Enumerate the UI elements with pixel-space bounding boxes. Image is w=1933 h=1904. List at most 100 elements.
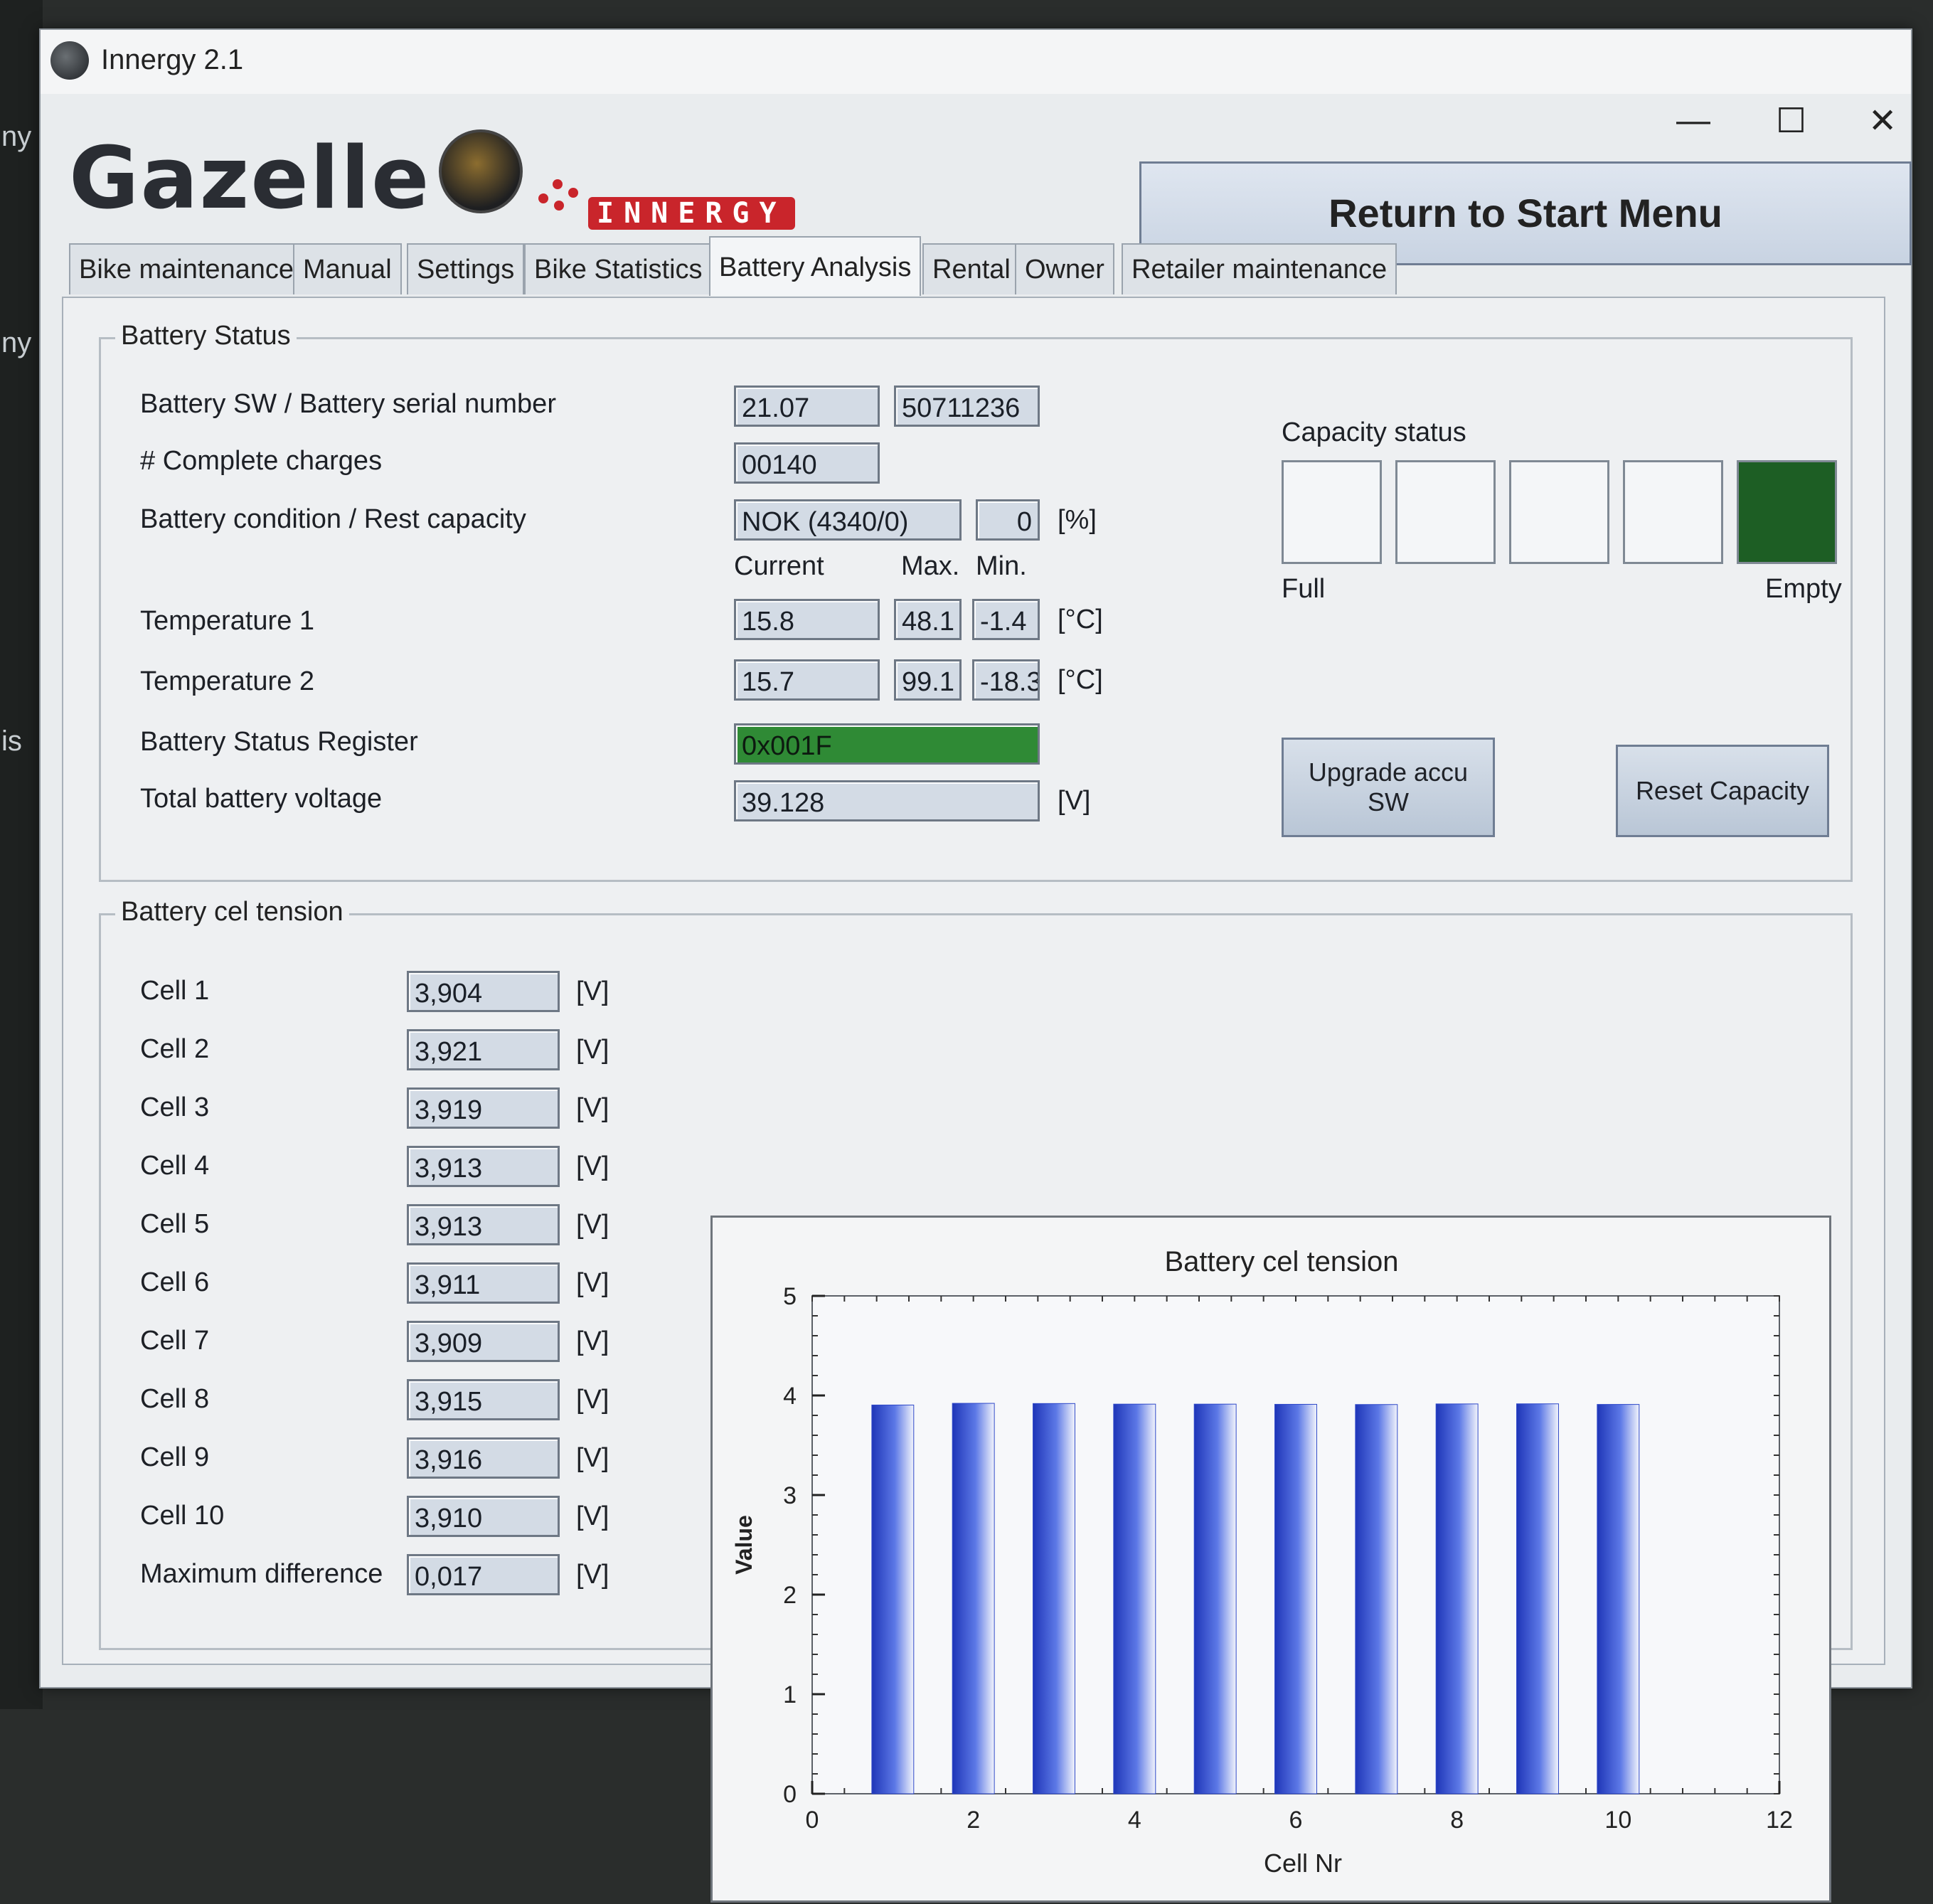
bar-cell-5 [1193,1403,1237,1794]
cell-10-value[interactable]: 3,910 [407,1496,560,1537]
battery-sw-field[interactable]: 21.07 [734,385,880,427]
capacity-status-label: Capacity status [1282,418,1466,447]
complete-charges-field[interactable]: 00140 [734,442,880,484]
battery-serial-field[interactable]: 50711236 [894,385,1040,427]
total-voltage-label: Total battery voltage [140,784,383,814]
upgrade-button-line-2: SW [1368,787,1409,817]
cell-5-unit: [V] [576,1210,609,1240]
bar-cell-8 [1435,1403,1479,1794]
capacity-segment-1 [1282,460,1382,564]
total-voltage-field[interactable]: 39.128 [734,780,1040,821]
x-tick-label: 4 [1128,1807,1141,1834]
desktop-background: ny ny is [0,0,43,1709]
window-title: Innergy 2.1 [101,44,244,75]
tab-battery-analysis[interactable]: Battery Analysis [709,236,922,296]
percent-unit: [%] [1058,505,1097,535]
upgrade-accu-sw-button[interactable]: Upgrade accu SW [1282,738,1495,837]
cell-9-unit: [V] [576,1443,609,1473]
temperature-1-min-field[interactable]: -1.4 [972,599,1040,640]
tab-rental[interactable]: Rental [922,243,1021,294]
bar-cell-9 [1516,1403,1559,1794]
max-difference-unit: [V] [576,1560,609,1590]
cell-6-value[interactable]: 3,911 [407,1262,560,1304]
cell-tension-chart: Battery cel tension Cell Nr Value 0 2 4 6 8 1… [710,1216,1831,1903]
x-tick-label: 12 [1766,1807,1793,1834]
max-difference-value[interactable]: 0,017 [407,1554,560,1595]
temperature-1-max-field[interactable]: 48.1 [894,599,962,640]
tab-retailer-maintenance[interactable]: Retailer maintenance [1122,243,1397,294]
cell-9-value[interactable]: 3,916 [407,1437,560,1479]
sub-brand-logo: INNERGY [588,197,795,230]
temperature-2-label: Temperature 2 [140,666,315,696]
cell-5-label: Cell 5 [140,1209,210,1239]
cell-4-unit: [V] [576,1152,609,1181]
cell-9-label: Cell 9 [140,1442,210,1472]
temperature-2-min-field[interactable]: -18.3 [972,659,1040,701]
y-tick-label: 3 [783,1482,797,1509]
x-tick-label: 2 [967,1807,980,1834]
brand-dots-icon [538,179,581,215]
capacity-full-label: Full [1282,574,1326,604]
tab-settings[interactable]: Settings [407,243,525,294]
capacity-segment-3 [1509,460,1609,564]
min-header: Min. [976,551,1027,581]
brand-logo: Gazelle [69,129,431,228]
condition-label: Battery condition / Rest capacity [140,504,526,534]
cell-1-value[interactable]: 3,904 [407,971,560,1012]
rest-capacity-field[interactable]: 0 [976,499,1040,541]
max-header: Max. [901,551,960,581]
temperature-1-current-field[interactable]: 15.8 [734,599,880,640]
cell-8-label: Cell 8 [140,1384,210,1414]
volt-unit: [V] [1058,786,1091,816]
x-tick-label: 8 [1450,1807,1464,1834]
chart-title: Battery cel tension [1164,1246,1398,1277]
tab-manual[interactable]: Manual [293,243,402,294]
bar-cell-3 [1033,1403,1075,1794]
x-tick-label: 10 [1604,1807,1631,1834]
cell-4-label: Cell 4 [140,1151,210,1181]
chart-x-axis-label: Cell Nr [1264,1849,1342,1878]
cell-6-label: Cell 6 [140,1267,210,1297]
charges-label: # Complete charges [140,446,383,476]
temperature-2-current-field[interactable]: 15.7 [734,659,880,701]
bar-cell-1 [871,1404,915,1794]
reset-capacity-button[interactable]: Reset Capacity [1616,745,1829,837]
status-register-field[interactable]: 0x001F [734,723,1040,765]
app-icon [50,41,89,80]
chart-y-axis-label: Value [731,1515,757,1575]
temperature-2-max-field[interactable]: 99.1 [894,659,962,701]
sw-serial-label: Battery SW / Battery serial number [140,389,556,419]
x-tick-label: 0 [806,1807,819,1834]
battery-status-group: Battery Status Battery SW / Battery seri… [99,321,1853,882]
capacity-empty-label: Empty [1765,574,1842,604]
battery-analysis-panel: Battery Status Battery SW / Battery seri… [62,297,1885,1903]
tab-owner[interactable]: Owner [1015,243,1114,294]
battery-condition-field[interactable]: NOK (4340/0) [734,499,962,541]
cell-10-unit: [V] [576,1501,609,1531]
cell-7-unit: [V] [576,1326,609,1356]
tab-bike-statistics[interactable]: Bike Statistics [524,243,713,294]
cell-7-value[interactable]: 3,909 [407,1321,560,1362]
y-tick-label: 4 [783,1383,797,1410]
y-tick-label: 2 [783,1582,797,1609]
y-tick-label: 5 [783,1283,797,1310]
bar-cell-10 [1597,1404,1640,1794]
upgrade-button-line-1: Upgrade accu [1308,757,1469,787]
capacity-segment-4 [1623,460,1723,564]
cell-2-label: Cell 2 [140,1034,210,1064]
cell-3-unit: [V] [576,1093,609,1123]
cell-3-value[interactable]: 3,919 [407,1087,560,1129]
brand-badge-icon [439,129,523,213]
temperature-1-label: Temperature 1 [140,606,315,636]
cell-2-value[interactable]: 3,921 [407,1029,560,1070]
app-window: Innergy 2.1 — ☐ ✕ Gazelle INNERGY Return… [39,28,1912,1903]
status-register-label: Battery Status Register [140,727,418,757]
bar-cell-2 [952,1403,995,1794]
chart-plot-area: 0 2 4 6 8 10 12012345 [783,1283,1793,1834]
tab-bike-maintenance[interactable]: Bike maintenance [69,243,304,294]
cell-5-value[interactable]: 3,913 [407,1204,560,1245]
cell-8-value[interactable]: 3,915 [407,1379,560,1420]
y-tick-label: 1 [783,1681,797,1708]
cell-6-unit: [V] [576,1268,609,1298]
cell-4-value[interactable]: 3,913 [407,1146,560,1187]
